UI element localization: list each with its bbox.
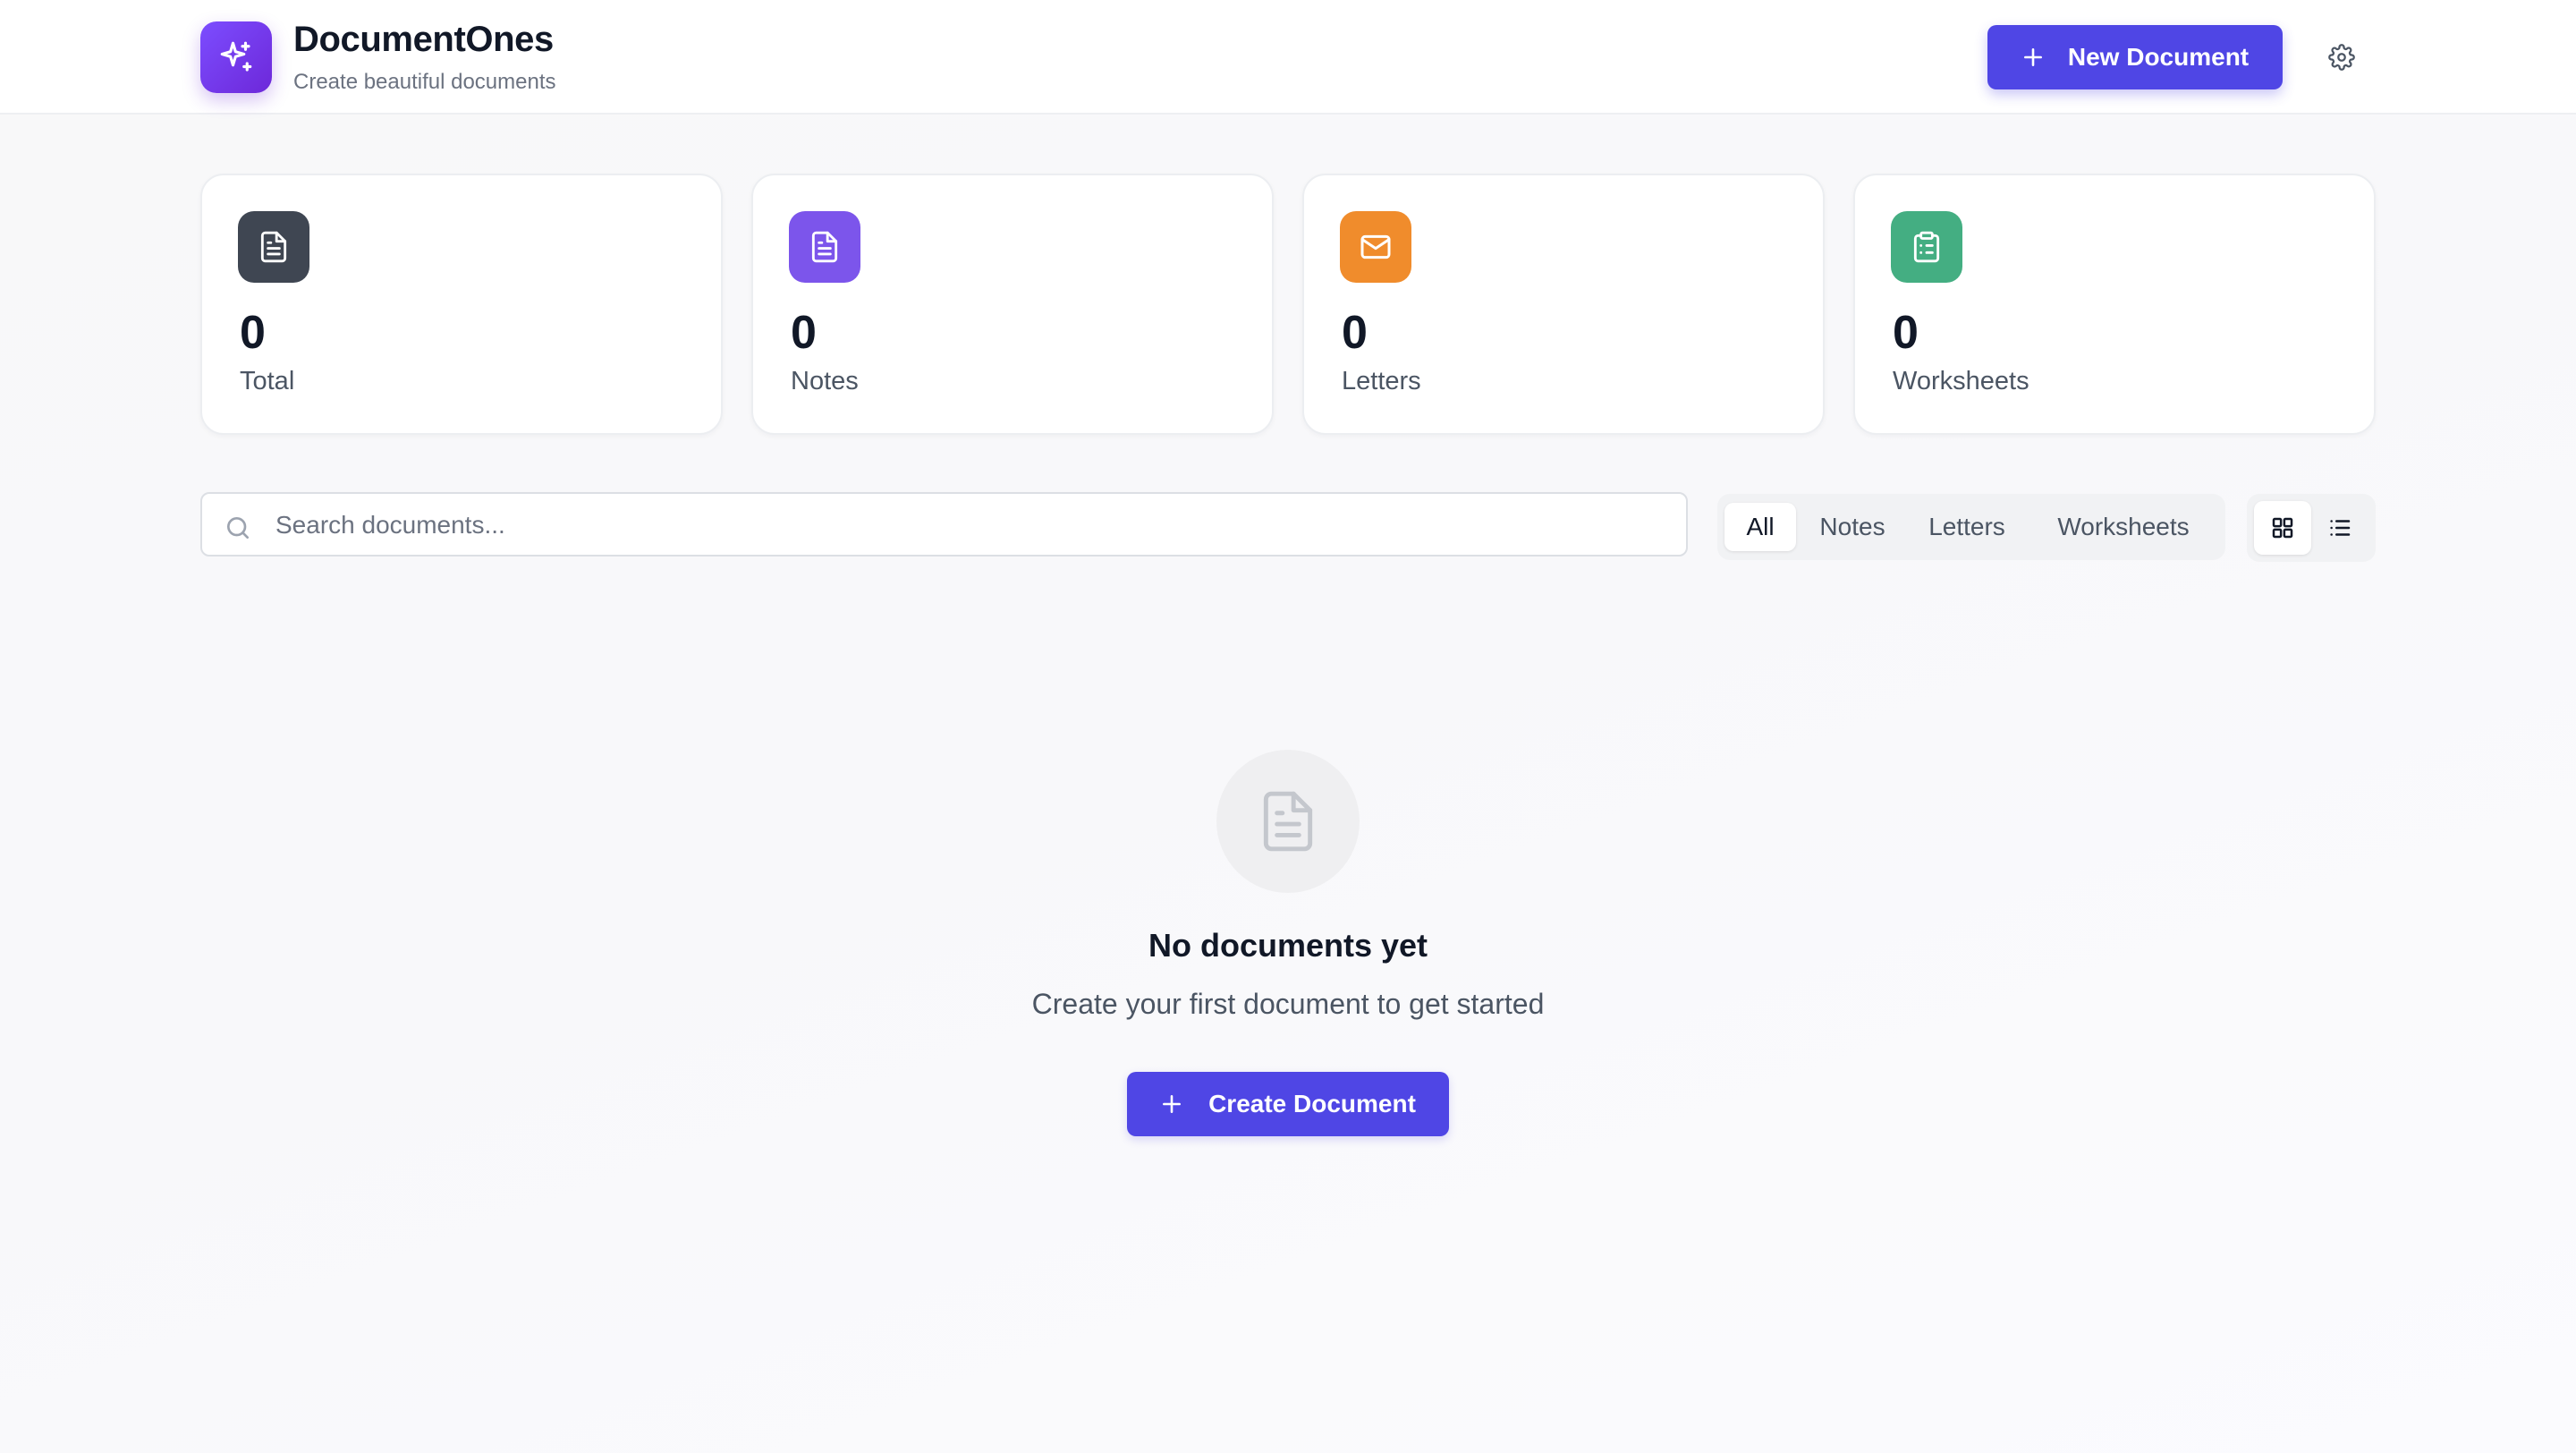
- clipboard-list-icon: [1913, 231, 1940, 263]
- search-input[interactable]: [274, 501, 1655, 549]
- list-icon: [2330, 520, 2351, 536]
- plus-icon: [1163, 1095, 1182, 1113]
- filter-tab-all[interactable]: All: [1724, 503, 1796, 551]
- stat-card-worksheets: 0 Worksheets: [1853, 174, 2376, 435]
- stat-card-total: 0 Total: [200, 174, 723, 435]
- stat-icon-tile: [1340, 211, 1411, 283]
- app-logo: [200, 21, 272, 93]
- search-box: [200, 492, 1688, 557]
- file-text-icon: [1263, 791, 1313, 852]
- stat-card-notes: 0 Notes: [751, 174, 1274, 435]
- new-document-button[interactable]: New Document: [1987, 25, 2283, 89]
- grid-view-button[interactable]: [2254, 501, 2311, 555]
- grid-icon: [2272, 517, 2293, 539]
- file-text-icon: [260, 231, 287, 263]
- stat-value: 0: [1342, 307, 1368, 359]
- filter-tabs: All Notes Letters Worksheets: [1717, 494, 2225, 560]
- stat-value: 0: [791, 307, 817, 359]
- stat-value: 0: [240, 307, 266, 359]
- create-document-label: Create Document: [1208, 1090, 1416, 1117]
- file-text-icon: [811, 231, 838, 263]
- app-subtitle: Create beautiful documents: [293, 70, 556, 94]
- filter-tab-worksheets[interactable]: Worksheets: [2032, 503, 2215, 551]
- stat-label: Letters: [1342, 367, 1421, 395]
- filter-tab-letters[interactable]: Letters: [1909, 503, 2025, 551]
- empty-state-title: No documents yet: [1148, 927, 1428, 964]
- settings-button[interactable]: [2326, 41, 2358, 73]
- plus-icon: [2023, 48, 2042, 66]
- app-title: DocumentOnes: [293, 20, 554, 59]
- stat-icon-tile: [789, 211, 860, 283]
- stat-card-letters: 0 Letters: [1302, 174, 1825, 435]
- app-header: DocumentOnes Create beautiful documents …: [0, 0, 2576, 115]
- stat-label: Worksheets: [1893, 367, 2029, 395]
- stat-label: Total: [240, 367, 295, 395]
- view-toggle: [2247, 494, 2376, 562]
- stat-icon-tile: [1891, 211, 1962, 283]
- create-document-button[interactable]: Create Document: [1127, 1072, 1449, 1136]
- empty-state-subtitle: Create your first document to get starte…: [1031, 988, 1545, 1020]
- search-icon: [227, 517, 249, 539]
- gear-icon: [2328, 44, 2355, 71]
- filter-tab-notes[interactable]: Notes: [1803, 503, 1902, 551]
- list-view-button[interactable]: [2311, 501, 2368, 555]
- stat-label: Notes: [791, 367, 859, 395]
- stat-icon-tile: [238, 211, 309, 283]
- stat-value: 0: [1893, 307, 1919, 359]
- new-document-label: New Document: [2067, 43, 2250, 71]
- empty-state-illustration: [1216, 750, 1360, 893]
- mail-icon: [1360, 234, 1391, 259]
- sparkles-icon: [220, 41, 252, 72]
